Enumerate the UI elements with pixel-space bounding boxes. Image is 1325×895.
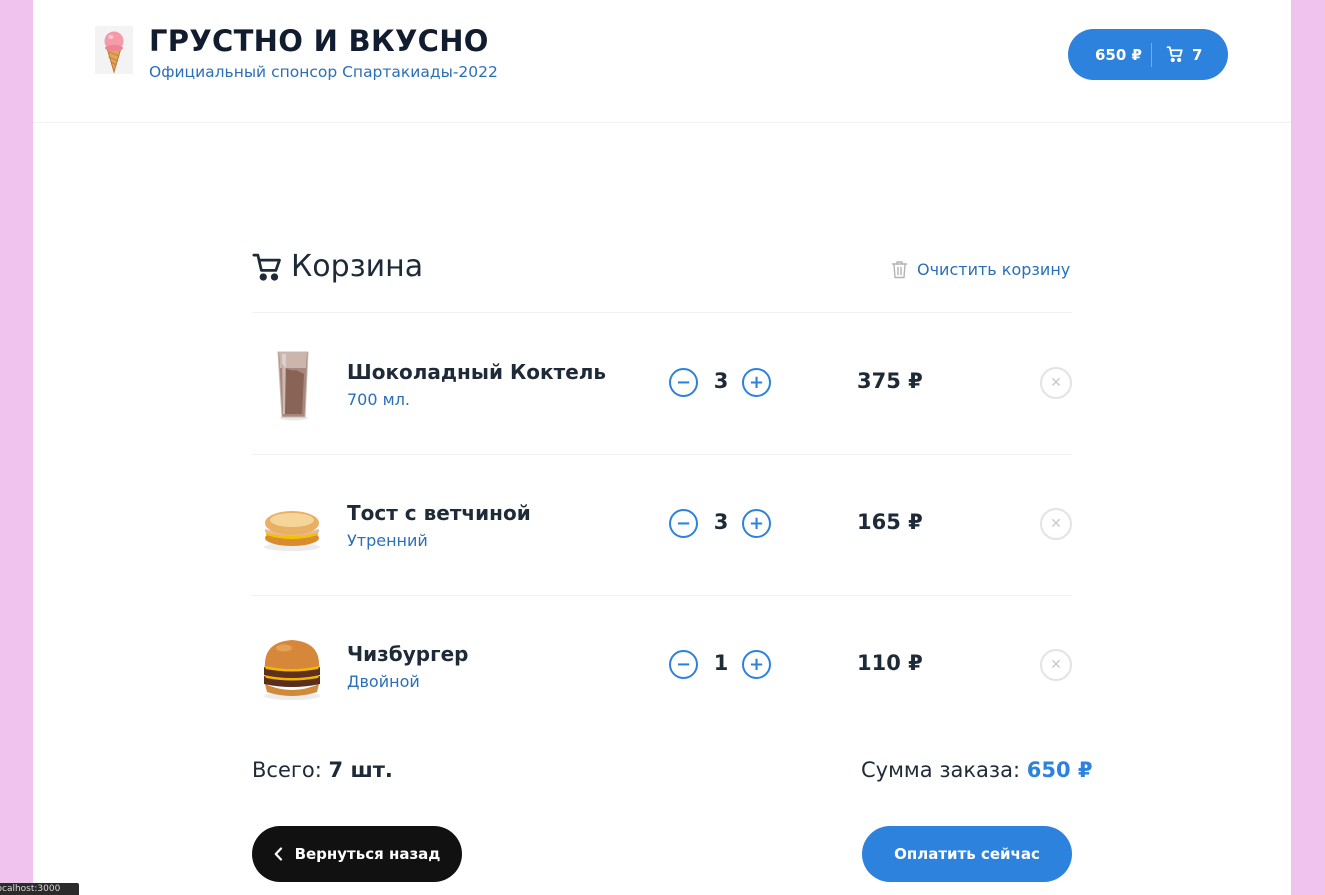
item-description: Двойной xyxy=(347,672,420,691)
cart-item: Тост с ветчиной Утренний − 3 + 165 ₽ ✕ xyxy=(252,455,1072,595)
page: ГРУСТНО И ВКУСНО Официальный спонсор Спа… xyxy=(33,0,1291,895)
header-cart-count: 7 xyxy=(1192,45,1203,64)
decrease-quantity-button[interactable]: − xyxy=(669,509,698,538)
decrease-quantity-button[interactable]: − xyxy=(669,368,698,397)
cart-title: Корзина xyxy=(291,249,424,284)
header-cart-price: 650 ₽ xyxy=(1095,45,1142,64)
clear-cart-button[interactable]: Очистить корзину xyxy=(891,258,1070,280)
order-sum: Сумма заказа: 650 ₽ xyxy=(861,758,1092,782)
brand-title: ГРУСТНО И ВКУСНО xyxy=(149,24,489,58)
total-count: Всего: 7 шт. xyxy=(252,758,393,782)
item-quantity: 3 xyxy=(713,510,729,534)
remove-item-button[interactable]: ✕ xyxy=(1040,508,1072,540)
order-sum-label: Сумма заказа: xyxy=(861,758,1021,782)
cart-item: Шоколадный Коктель 700 мл. − 3 + 375 ₽ ✕ xyxy=(252,314,1072,454)
chevron-left-icon xyxy=(274,847,282,861)
item-quantity: 3 xyxy=(713,369,729,393)
chocolate-shake-image xyxy=(277,351,309,421)
order-sum-value: 650 ₽ xyxy=(1026,758,1093,782)
item-description: 700 мл. xyxy=(347,390,411,409)
decrease-quantity-button[interactable]: − xyxy=(669,650,698,679)
back-button[interactable]: Вернуться назад xyxy=(252,826,462,882)
total-count-value: 7 шт. xyxy=(328,758,393,782)
cheeseburger-image xyxy=(264,640,320,700)
clear-cart-label: Очистить корзину xyxy=(917,259,1071,279)
status-bar-url: localhost:3000 xyxy=(0,883,79,895)
item-price: 375 ₽ xyxy=(857,369,923,393)
ham-toast-image xyxy=(264,511,320,551)
back-button-label: Вернуться назад xyxy=(294,845,441,863)
ice-cream-icon[interactable] xyxy=(95,26,133,74)
header-cart-button[interactable]: 650 ₽ 7 xyxy=(1068,29,1228,80)
item-price: 110 ₽ xyxy=(857,651,923,675)
item-price: 165 ₽ xyxy=(857,510,923,534)
cart-item: Чизбургер Двойной − 1 + 110 ₽ ✕ xyxy=(252,596,1072,736)
remove-item-button[interactable]: ✕ xyxy=(1040,367,1072,399)
cart-title-icon xyxy=(252,253,281,281)
item-quantity: 1 xyxy=(713,651,729,675)
increase-quantity-button[interactable]: + xyxy=(742,509,771,538)
total-count-label: Всего: xyxy=(252,758,322,782)
pay-now-button[interactable]: Оплатить сейчас xyxy=(862,826,1072,882)
increase-quantity-button[interactable]: + xyxy=(742,368,771,397)
item-description: Утренний xyxy=(347,531,428,550)
increase-quantity-button[interactable]: + xyxy=(742,650,771,679)
brand-subtitle: Официальный спонсор Спартакиады-2022 xyxy=(149,63,498,81)
trash-icon xyxy=(891,260,908,278)
divider xyxy=(252,312,1072,313)
item-name: Шоколадный Коктель xyxy=(347,360,607,384)
item-name: Чизбургер xyxy=(347,642,469,666)
item-name: Тост с ветчиной xyxy=(347,501,531,525)
cart-icon xyxy=(1166,46,1183,63)
header: ГРУСТНО И ВКУСНО Официальный спонсор Спа… xyxy=(33,0,1291,123)
header-cart-divider xyxy=(1151,43,1152,67)
remove-item-button[interactable]: ✕ xyxy=(1040,649,1072,681)
